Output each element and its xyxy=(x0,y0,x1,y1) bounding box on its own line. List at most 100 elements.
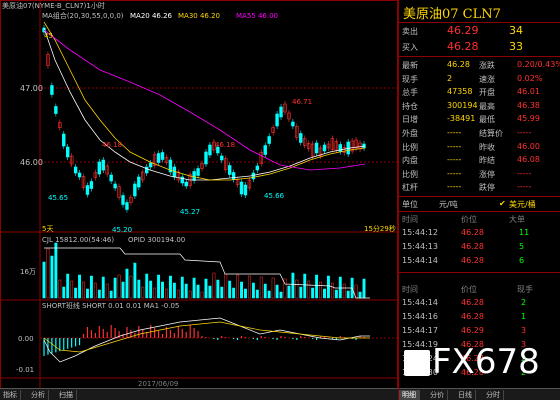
buy-qty: 33 xyxy=(509,40,523,53)
volume-bar xyxy=(212,272,216,299)
volume-bar xyxy=(121,281,125,299)
sell-row[interactable]: 卖出 46.29 34 xyxy=(399,24,560,38)
quote-stat-value: 46.01 xyxy=(517,87,540,97)
candle xyxy=(227,165,232,175)
volume-bar xyxy=(240,281,243,299)
volume-bar xyxy=(228,280,232,299)
quote-title: 美原油07 CLN7 xyxy=(403,7,501,22)
quote-stat-value: ----- xyxy=(447,128,462,137)
short-line xyxy=(43,317,370,363)
volume-bar xyxy=(58,279,62,299)
quote-stat-label: 最高 xyxy=(479,101,495,111)
volume-bar xyxy=(54,242,58,299)
candle xyxy=(231,172,236,180)
volume-bar xyxy=(165,288,168,299)
period-right: 15分29秒 xyxy=(364,224,396,233)
candle xyxy=(255,165,260,171)
trade-time: 15:44:12 xyxy=(402,228,438,237)
short-bar xyxy=(94,333,96,338)
tick-time: 15:44:14 xyxy=(402,298,438,307)
quote-stat-value: 46.38 xyxy=(517,100,540,110)
quote-stat-label: 结算价 xyxy=(479,129,503,138)
price-axis-47: 47.00 xyxy=(20,84,43,93)
trade-price: 46.28 xyxy=(461,242,484,251)
tick-row: 15:44:16 46.28 1 xyxy=(399,310,560,324)
unit-label: 单位 xyxy=(402,200,418,209)
candle xyxy=(73,166,78,174)
trades-header: 时间 价位 大单 xyxy=(399,212,560,226)
volume-bar xyxy=(291,272,295,299)
volume-bar xyxy=(259,276,263,299)
candle xyxy=(322,144,327,152)
indicator-tab-bar: 指标 分析 扫描 xyxy=(0,388,398,400)
low-label-1: 45.65 xyxy=(48,194,68,202)
candle xyxy=(263,145,267,155)
high-label-1: 46.18 xyxy=(102,141,122,149)
volume-bar xyxy=(358,291,362,299)
volume-bar xyxy=(263,283,267,299)
short-bar xyxy=(169,330,172,338)
candle xyxy=(156,153,161,163)
volume-bar xyxy=(196,284,200,299)
quote-stat-label: 速涨 xyxy=(479,74,495,84)
trades-header-time: 时间 xyxy=(402,215,418,224)
volume-bar xyxy=(244,288,247,299)
low-label-3: 45.27 xyxy=(180,208,200,216)
buy-label: 买入 xyxy=(402,43,418,52)
trade-row: 15:44:14 46.28 6 xyxy=(399,254,560,268)
volume-bar xyxy=(279,291,283,299)
chart-svg[interactable]: 47.00 46.00 美原油07(NYME-B_CLN7)1小时 MA组合(2… xyxy=(0,0,398,400)
candle xyxy=(279,106,283,118)
volume-bar xyxy=(323,288,326,299)
short-bar xyxy=(86,327,89,338)
volume-bar xyxy=(251,282,255,299)
quote-stat-value: 45.99 xyxy=(517,114,540,124)
short-bar xyxy=(114,328,116,338)
candle xyxy=(137,176,141,188)
tab-analysis[interactable]: 分析 xyxy=(28,390,49,400)
volume-bar xyxy=(216,279,220,299)
volume-bar xyxy=(255,289,259,299)
quote-stat-value: 46.00 xyxy=(517,141,540,151)
unit-option-ton[interactable]: 元/吨 xyxy=(439,199,458,210)
candle xyxy=(314,142,319,154)
quote-stat-value: ----- xyxy=(447,182,462,192)
short-bar xyxy=(63,338,65,350)
volume-bar xyxy=(319,281,322,299)
quote-stat-row: 最新 46.28 涨跌 0.20/0.43% xyxy=(399,58,560,72)
volume-bar xyxy=(188,290,192,299)
buy-row[interactable]: 买入 46.28 33 xyxy=(399,40,560,54)
tab-detail[interactable]: 明细 xyxy=(399,390,420,400)
tick-time: 15:44:17 xyxy=(402,326,438,335)
tick-price: 46.29 xyxy=(461,326,484,335)
quote-stat-value: 0.20/0.43% xyxy=(517,60,560,69)
tab-intraday[interactable]: 分时 xyxy=(483,390,504,400)
tab-indicator[interactable]: 指标 xyxy=(0,390,21,400)
trade-row: 15:44:12 46.28 11 xyxy=(399,226,560,240)
candle xyxy=(50,85,54,95)
trade-row: 15:44:13 46.28 5 xyxy=(399,240,560,254)
tab-scan[interactable]: 扫描 xyxy=(56,390,77,400)
volume-bar xyxy=(236,274,240,299)
chart-area[interactable]: 47.00 46.00 美原油07(NYME-B_CLN7)1小时 MA组合(2… xyxy=(0,0,398,400)
quote-stat-row: 日增 -38491 最低 45.99 xyxy=(399,112,560,126)
tab-price-split[interactable]: 分价 xyxy=(427,390,448,400)
tab-daily[interactable]: 日线 xyxy=(455,390,476,400)
short-bar xyxy=(315,338,318,340)
candle xyxy=(160,152,165,160)
trades2-header-qty: 现手 xyxy=(517,285,533,294)
volume-bar xyxy=(334,289,338,299)
trade-time: 15:44:13 xyxy=(402,242,438,251)
volume-bar xyxy=(200,291,204,299)
volume-bar xyxy=(161,281,164,299)
candle xyxy=(275,113,279,127)
volume-bar xyxy=(42,261,46,299)
short-bar xyxy=(244,337,247,338)
volume-bar xyxy=(129,275,133,299)
short-bar xyxy=(82,334,85,338)
volume-bar xyxy=(362,278,366,299)
quote-stat-row: 现手 2 速涨 0.02% xyxy=(399,72,560,86)
unit-option-barrel[interactable]: 美元/桶 xyxy=(509,199,536,210)
short-bar xyxy=(201,336,203,338)
quote-panel: 美原油07 CLN7 卖出 46.29 34 买入 46.28 33 最新 46.… xyxy=(398,0,560,400)
